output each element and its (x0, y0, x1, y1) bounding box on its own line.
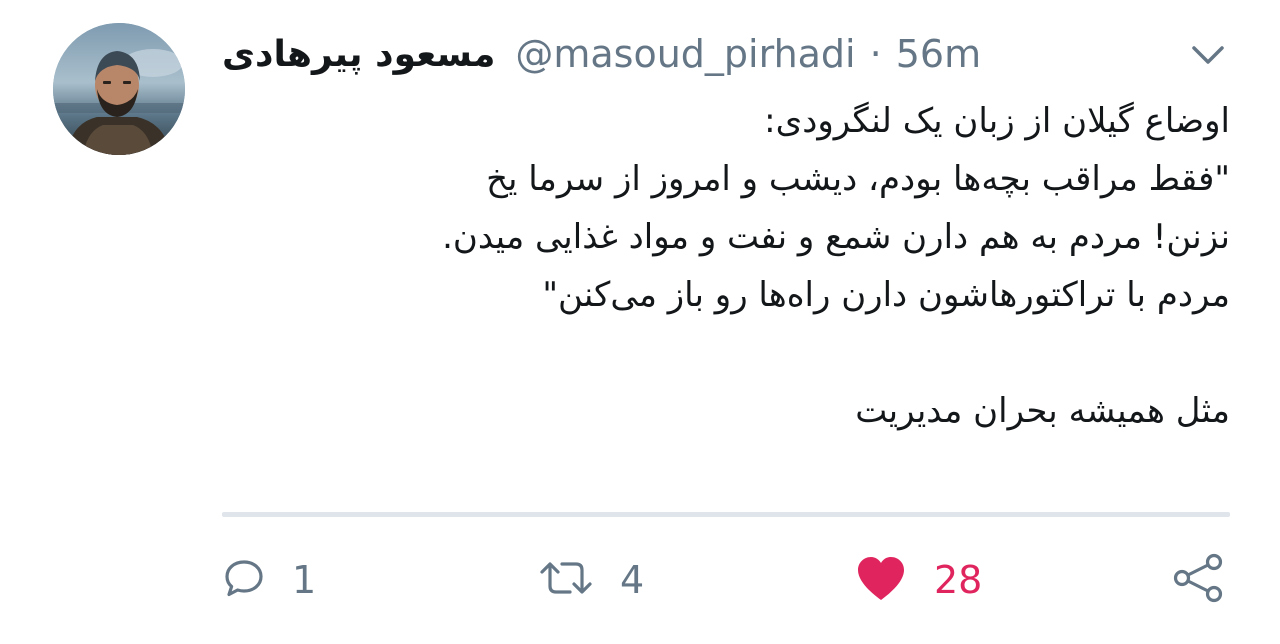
divider (222, 512, 1230, 517)
tweet-actions: 1 4 28 (222, 548, 1230, 612)
heart-icon (854, 554, 908, 606)
retweet-button[interactable]: 4 (538, 548, 644, 612)
retweet-icon (538, 556, 594, 604)
author-handle[interactable]: @masoud_pirhadi (515, 32, 855, 76)
tweet-text: اوضاع گیلان از زبان یک لنگرودی: "فقط مرا… (222, 92, 1230, 440)
share-icon (1170, 552, 1226, 608)
tweet-line: اوضاع گیلان از زبان یک لنگرودی: (764, 101, 1230, 141)
tweet-line: مثل همیشه بحران مدیریت (855, 391, 1230, 431)
tweet-timestamp[interactable]: 56m (896, 32, 981, 76)
tweet-line: "فقط مراقب بچه‌ها بودم، دیشب و امروز از … (486, 159, 1230, 199)
tweet-header: مسعود پیرهادی @masoud_pirhadi · 56m (222, 26, 1232, 82)
reply-button[interactable]: 1 (222, 548, 316, 612)
author-line: مسعود پیرهادی @masoud_pirhadi · 56m (222, 26, 981, 82)
reply-bubble-icon (222, 556, 266, 604)
like-count: 28 (934, 558, 983, 602)
like-button[interactable]: 28 (854, 548, 982, 612)
separator-dot: · (869, 32, 882, 76)
share-button[interactable] (1170, 548, 1226, 612)
tweet-line-break (222, 324, 1230, 382)
author-display-name[interactable]: مسعود پیرهادی (222, 34, 495, 75)
tweet-line: مردم با تراکتورهاشون دارن راه‌ها رو باز … (542, 275, 1230, 315)
tweet: مسعود پیرهادی @masoud_pirhadi · 56m اوضا… (0, 0, 1280, 644)
avatar[interactable] (53, 23, 185, 155)
chevron-down-icon[interactable] (1188, 36, 1228, 72)
avatar-image (53, 23, 185, 155)
reply-count: 1 (292, 558, 317, 602)
tweet-line: نزنن! مردم به هم دارن شمع و نفت و مواد غ… (442, 217, 1230, 257)
retweet-count: 4 (620, 558, 645, 602)
